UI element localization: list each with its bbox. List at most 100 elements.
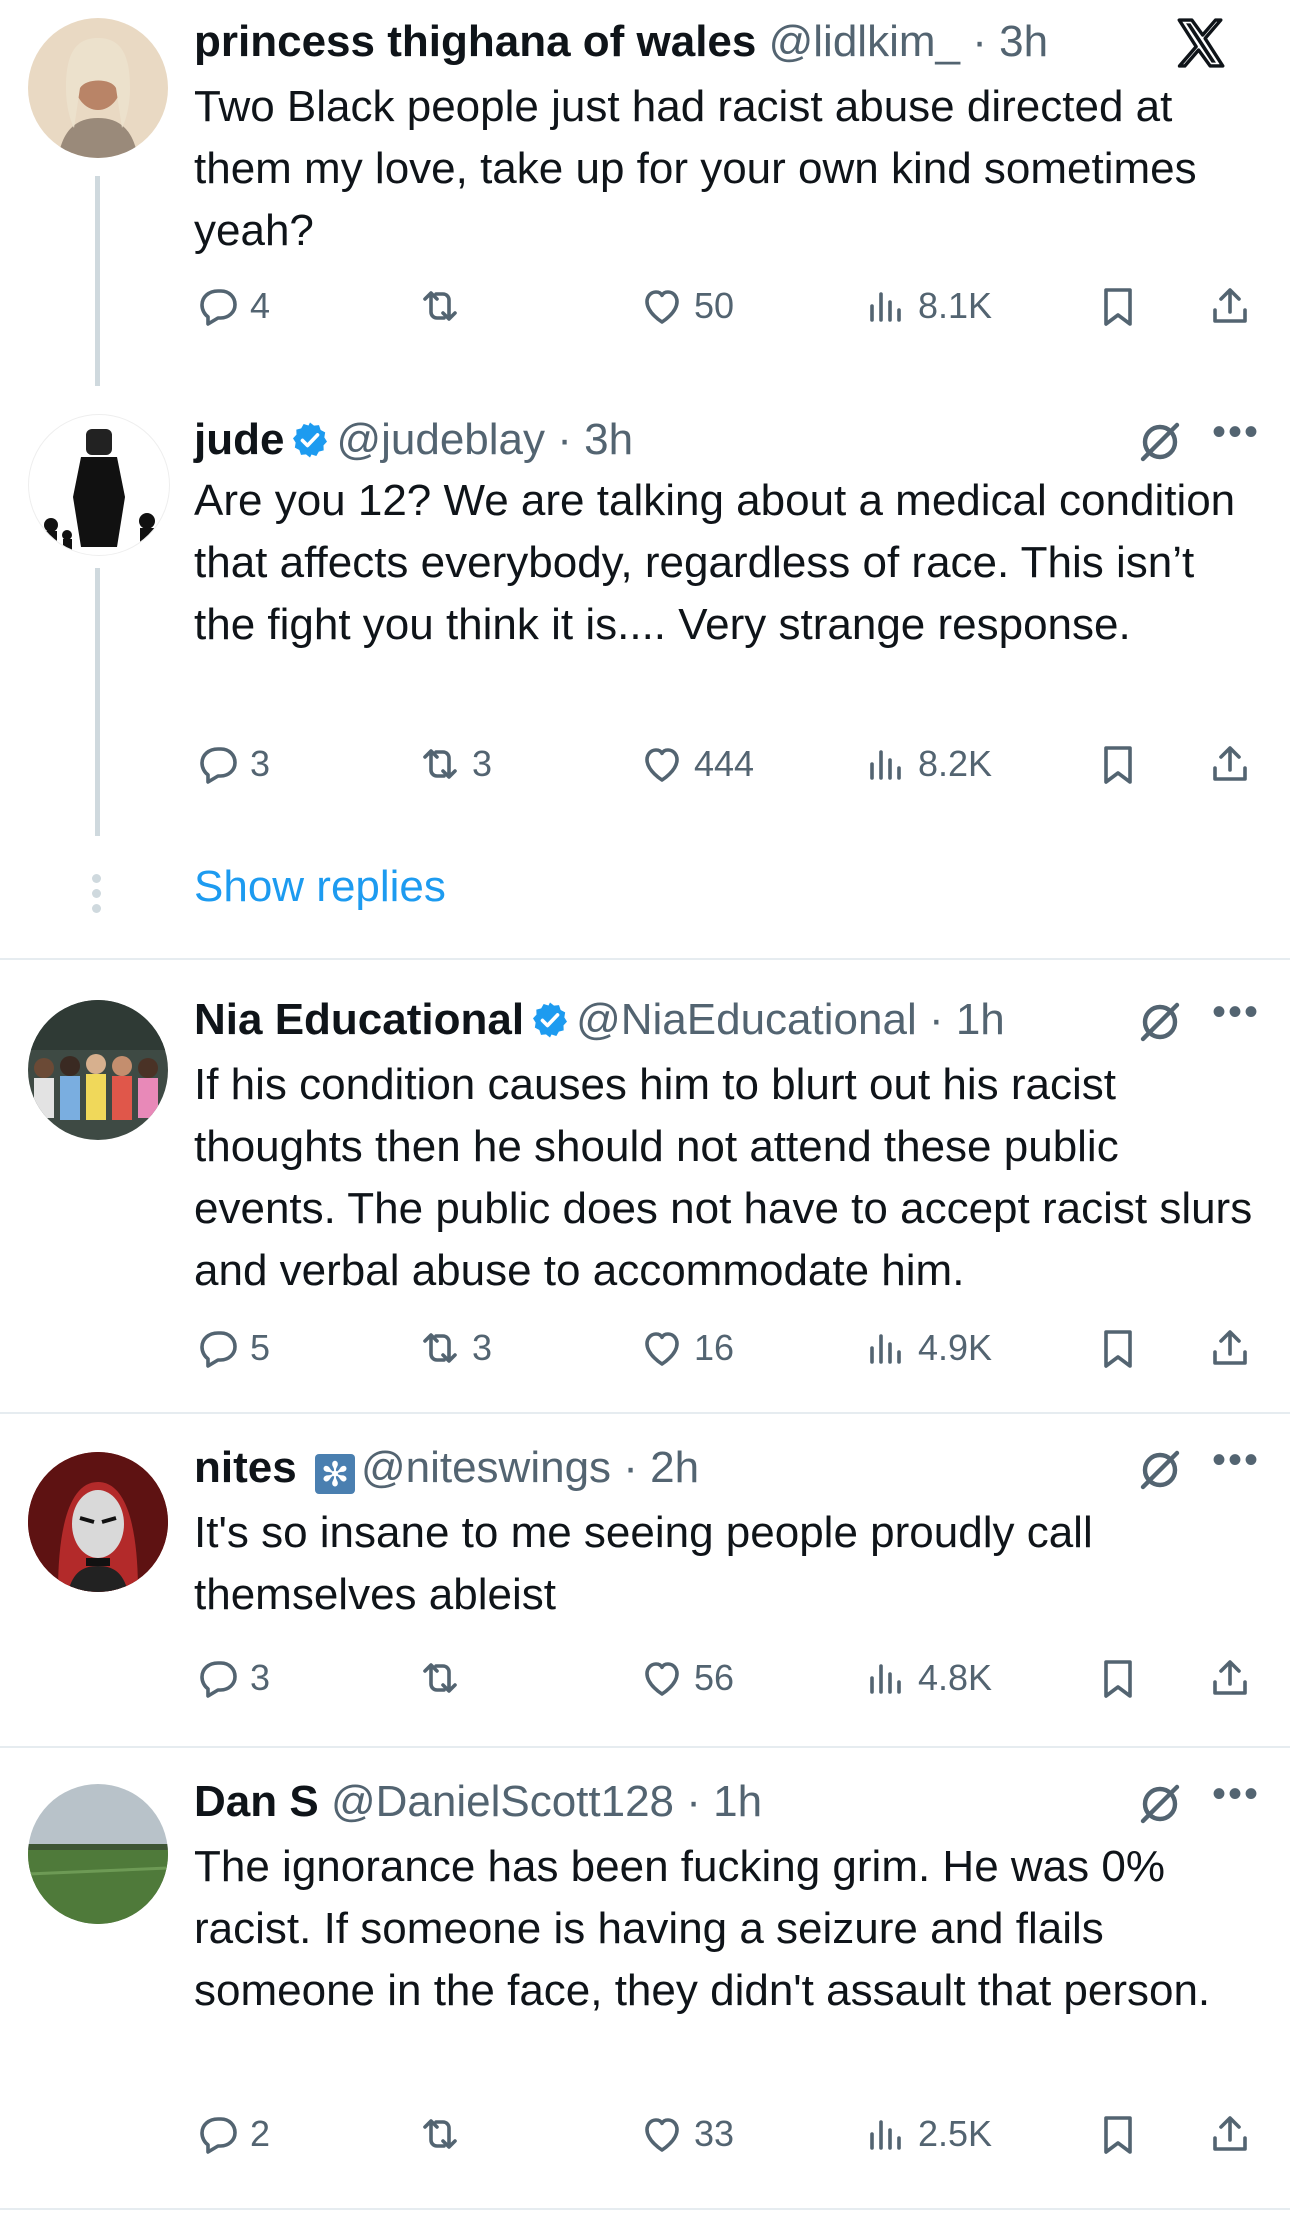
reply-button[interactable]: 2 xyxy=(194,2104,270,2164)
tweet-actions: 4 50 8.1K xyxy=(194,276,1260,336)
like-icon xyxy=(638,1654,686,1702)
reply-icon xyxy=(194,2110,242,2158)
views-count: 4.9K xyxy=(918,1327,993,1368)
display-name[interactable]: princess thighana of wales xyxy=(194,17,756,66)
tweet[interactable]: Nia Educational @NiaEducational · 1h ••• … xyxy=(0,960,1290,1412)
like-button[interactable]: 444 xyxy=(638,734,754,794)
bookmark-button[interactable] xyxy=(1094,1648,1142,1708)
share-button[interactable] xyxy=(1206,1318,1254,1378)
share-button[interactable] xyxy=(1206,734,1254,794)
tweet-actions: 5 3 16 4.9K xyxy=(194,1318,1260,1378)
retweet-button[interactable]: 3 xyxy=(416,734,492,794)
avatar[interactable] xyxy=(28,1000,168,1140)
retweet-button[interactable] xyxy=(416,276,472,336)
more-icon[interactable]: ••• xyxy=(1212,1440,1260,1480)
views-icon xyxy=(862,1324,910,1372)
like-button[interactable]: 33 xyxy=(638,2104,734,2164)
display-name[interactable]: nites xyxy=(194,1443,297,1492)
handle[interactable]: @niteswings xyxy=(361,1443,611,1492)
more-icon[interactable]: ••• xyxy=(1212,992,1260,1032)
more-icon[interactable]: ••• xyxy=(1212,412,1260,452)
like-icon xyxy=(638,1324,686,1372)
grok-icon[interactable] xyxy=(1136,998,1184,1046)
thread-dots xyxy=(92,874,102,919)
tweet-text: Two Black people just had racist abuse d… xyxy=(194,82,1197,255)
timestamp[interactable]: · 2h xyxy=(623,1443,699,1492)
tweet-actions: 2 33 2.5K xyxy=(194,2104,1260,2164)
timestamp[interactable]: · 3h xyxy=(972,17,1048,66)
retweet-icon xyxy=(416,2110,464,2158)
views-button[interactable]: 2.5K xyxy=(862,2104,992,2164)
like-button[interactable]: 56 xyxy=(638,1648,734,1708)
grok-icon[interactable] xyxy=(1136,1446,1184,1494)
reply-icon xyxy=(194,282,242,330)
timestamp[interactable]: · 3h xyxy=(557,415,633,464)
retweet-icon xyxy=(416,1324,464,1372)
reply-button[interactable]: 4 xyxy=(194,276,270,336)
like-count: 33 xyxy=(694,2113,735,2154)
bookmark-button[interactable] xyxy=(1094,734,1142,794)
tweet-actions: 3 56 4.8K xyxy=(194,1648,1260,1708)
share-button[interactable] xyxy=(1206,2104,1254,2164)
share-icon xyxy=(1206,1654,1254,1702)
avatar[interactable] xyxy=(28,414,170,556)
share-button[interactable] xyxy=(1206,1648,1254,1708)
reply-count: 4 xyxy=(250,285,271,326)
display-name[interactable]: Nia Educational xyxy=(194,995,524,1044)
share-icon xyxy=(1206,2110,1254,2158)
retweet-count: 3 xyxy=(472,743,493,784)
handle[interactable]: @DanielScott128 xyxy=(331,1777,674,1826)
tweet-text: It's so insane to me seeing people proud… xyxy=(194,1508,1093,1619)
bookmark-button[interactable] xyxy=(1094,276,1142,336)
grok-icon[interactable] xyxy=(1136,418,1184,466)
bookmark-icon xyxy=(1094,1654,1142,1702)
like-count: 444 xyxy=(694,743,755,784)
avatar[interactable] xyxy=(28,1452,168,1592)
reply-count: 3 xyxy=(250,1657,271,1698)
like-count: 56 xyxy=(694,1657,735,1698)
tweet-actions: 3 3 444 8.2K xyxy=(194,734,1260,794)
retweet-button[interactable] xyxy=(416,1648,472,1708)
like-count: 50 xyxy=(694,285,735,326)
timestamp[interactable]: · 1h xyxy=(686,1777,762,1826)
reply-button[interactable]: 3 xyxy=(194,734,270,794)
views-count: 8.2K xyxy=(918,743,993,784)
views-button[interactable]: 8.1K xyxy=(862,276,992,336)
avatar[interactable] xyxy=(28,18,168,158)
like-icon xyxy=(638,740,686,788)
views-icon xyxy=(862,2110,910,2158)
reply-button[interactable]: 3 xyxy=(194,1648,270,1708)
bookmark-button[interactable] xyxy=(1094,1318,1142,1378)
views-button[interactable]: 4.8K xyxy=(862,1648,992,1708)
tweet[interactable]: princess thighana of wales @lidlkim_ · 3… xyxy=(0,0,1290,400)
more-icon[interactable]: ••• xyxy=(1212,1774,1260,1814)
views-button[interactable]: 4.9K xyxy=(862,1318,992,1378)
avatar[interactable] xyxy=(28,1784,168,1924)
like-button[interactable]: 16 xyxy=(638,1318,734,1378)
views-count: 8.1K xyxy=(918,285,993,326)
tweet[interactable]: nites ✻ @niteswings · 2h ••• It's so insa… xyxy=(0,1414,1290,1744)
like-count: 16 xyxy=(694,1327,735,1368)
views-button[interactable]: 8.2K xyxy=(862,734,992,794)
share-button[interactable] xyxy=(1206,276,1254,336)
handle[interactable]: @NiaEducational xyxy=(576,995,917,1044)
handle[interactable]: @judeblay xyxy=(336,415,545,464)
handle[interactable]: @lidlkim_ xyxy=(769,17,960,66)
bookmark-button[interactable] xyxy=(1094,2104,1142,2164)
display-name[interactable]: jude xyxy=(194,415,284,464)
bookmark-icon xyxy=(1094,1324,1142,1372)
tweet-text: The ignorance has been fucking grim. He … xyxy=(194,1842,1211,2015)
tweet[interactable]: Dan S @DanielScott128 · 1h ••• The ignor… xyxy=(0,1748,1290,2208)
like-icon xyxy=(638,282,686,330)
reply-button[interactable]: 5 xyxy=(194,1318,270,1378)
like-button[interactable]: 50 xyxy=(638,276,734,336)
reply-icon xyxy=(194,1654,242,1702)
display-name[interactable]: Dan S xyxy=(194,1777,319,1826)
badge-icon: ✻ xyxy=(314,1454,355,1494)
retweet-button[interactable]: 3 xyxy=(416,1318,492,1378)
grok-icon[interactable] xyxy=(1136,1780,1184,1828)
retweet-icon xyxy=(416,282,464,330)
show-replies-link[interactable]: Show replies xyxy=(194,862,446,912)
retweet-button[interactable] xyxy=(416,2104,472,2164)
timestamp[interactable]: · 1h xyxy=(929,995,1005,1044)
